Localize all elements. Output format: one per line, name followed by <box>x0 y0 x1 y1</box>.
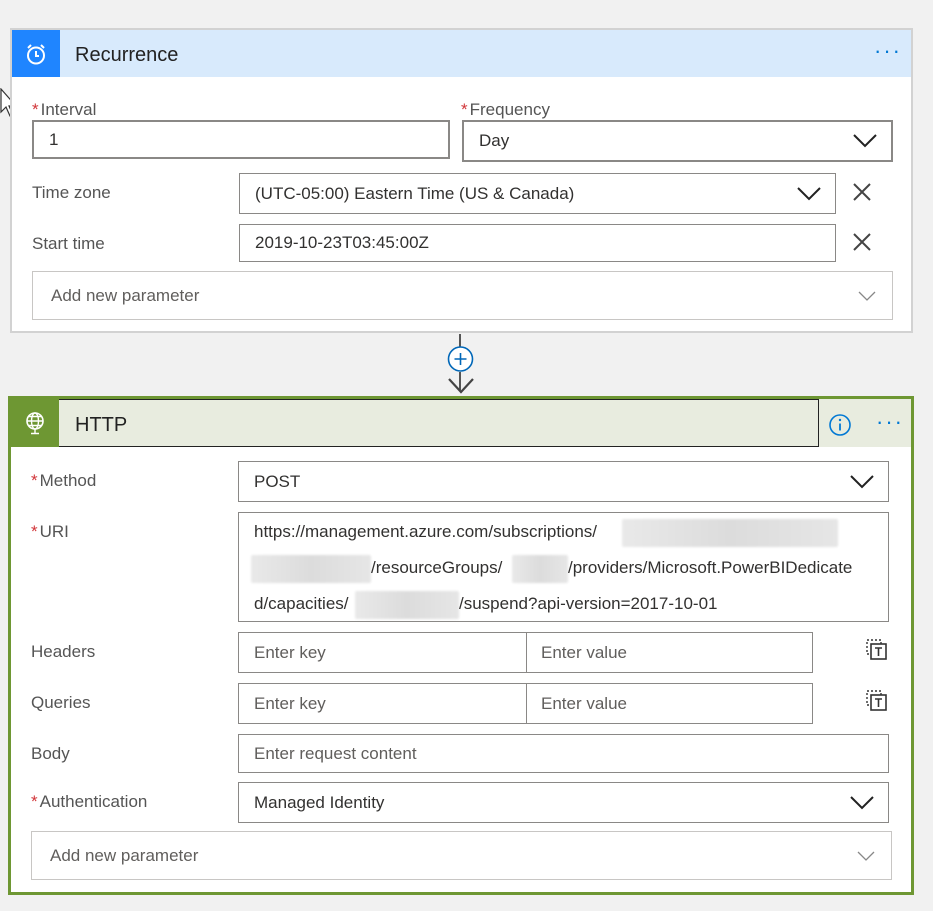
headers-key-input[interactable]: Enter key <box>254 643 326 663</box>
add-parameter-select[interactable]: Add new parameter <box>32 271 893 320</box>
alarm-clock-icon <box>12 30 60 77</box>
kv-divider <box>526 684 527 723</box>
queries-kv-input: Enter key Enter value <box>238 683 813 724</box>
chevron-down-icon <box>850 795 874 809</box>
frequency-value: Day <box>479 131 510 150</box>
authentication-label: * Authentication <box>31 792 148 811</box>
remove-timezone-icon[interactable] <box>851 181 873 203</box>
authentication-select[interactable]: Managed Identity <box>238 782 889 823</box>
timezone-label: Time zone <box>32 183 111 202</box>
start-time-label: Start time <box>32 234 105 253</box>
interval-input[interactable]: 1 <box>32 120 450 159</box>
uri-line-3a: d/capacities/ <box>254 594 349 613</box>
switch-to-text-mode-icon[interactable] <box>865 689 889 713</box>
uri-line-3b: /suspend?api-version=2017-10-01 <box>459 594 718 613</box>
redacted-resource-group <box>512 555 568 583</box>
chevron-down-icon <box>797 186 821 200</box>
chevron-down-icon <box>850 474 874 488</box>
http-title: HTTP <box>75 414 128 436</box>
kv-divider <box>526 633 527 672</box>
recurrence-card: Recurrence ··· * Interval 1 * Frequency Da… <box>10 28 913 333</box>
start-time-value: 2019-10-23T03:45:00Z <box>255 233 429 252</box>
add-parameter-placeholder: Add new parameter <box>51 285 200 305</box>
frequency-select[interactable]: Day <box>462 120 893 162</box>
add-parameter-placeholder: Add new parameter <box>50 845 199 865</box>
queries-key-input[interactable]: Enter key <box>254 694 326 714</box>
frequency-label: * Frequency <box>461 100 550 119</box>
chevron-down-icon <box>858 291 876 301</box>
chevron-down-icon <box>853 134 877 148</box>
http-header[interactable]: HTTP ··· <box>11 399 911 447</box>
recurrence-more-button[interactable]: ··· <box>874 40 902 62</box>
uri-line-2b: /providers/Microsoft.PowerBIDedicate <box>568 558 853 577</box>
redacted-subscription-id <box>622 519 838 547</box>
start-time-input[interactable]: 2019-10-23T03:45:00Z <box>239 224 836 262</box>
queries-value-input[interactable]: Enter value <box>541 694 627 714</box>
redacted-subscription-id-cont <box>251 555 371 583</box>
info-icon[interactable] <box>828 413 852 437</box>
headers-value-input[interactable]: Enter value <box>541 643 627 663</box>
body-input[interactable]: Enter request content <box>238 734 889 773</box>
headers-kv-input: Enter key Enter value <box>238 632 813 673</box>
redacted-capacity-name <box>355 591 459 619</box>
interval-label: * Interval <box>32 100 97 119</box>
uri-line-1: https://management.azure.com/subscriptio… <box>254 522 597 541</box>
recurrence-header[interactable]: Recurrence ··· <box>12 30 911 77</box>
body-label: Body <box>31 744 70 763</box>
globe-icon <box>11 399 59 447</box>
arrow-down-icon <box>448 378 474 394</box>
http-card: HTTP ··· * Method POST * URI https://manag… <box>8 396 914 895</box>
uri-label: * URI <box>31 522 69 541</box>
timezone-select[interactable]: (UTC-05:00) Eastern Time (US & Canada) <box>239 173 836 214</box>
authentication-value: Managed Identity <box>254 792 385 812</box>
add-parameter-select[interactable]: Add new parameter <box>31 831 892 880</box>
method-select[interactable]: POST <box>238 461 889 502</box>
chevron-down-icon <box>857 851 875 861</box>
remove-start-time-icon[interactable] <box>851 231 873 253</box>
uri-input[interactable]: https://management.azure.com/subscriptio… <box>238 512 889 622</box>
http-title-focus <box>11 399 819 447</box>
queries-label: Queries <box>31 693 91 712</box>
interval-value: 1 <box>49 129 59 149</box>
body-placeholder: Enter request content <box>254 743 417 763</box>
timezone-value: (UTC-05:00) Eastern Time (US & Canada) <box>255 183 575 203</box>
http-more-button[interactable]: ··· <box>876 411 904 433</box>
headers-label: Headers <box>31 642 96 661</box>
uri-line-2a: /resourceGroups/ <box>371 558 503 577</box>
recurrence-title: Recurrence <box>75 44 179 66</box>
switch-to-text-mode-icon[interactable] <box>865 638 889 662</box>
method-label: * Method <box>31 471 97 490</box>
method-value: POST <box>254 471 301 491</box>
